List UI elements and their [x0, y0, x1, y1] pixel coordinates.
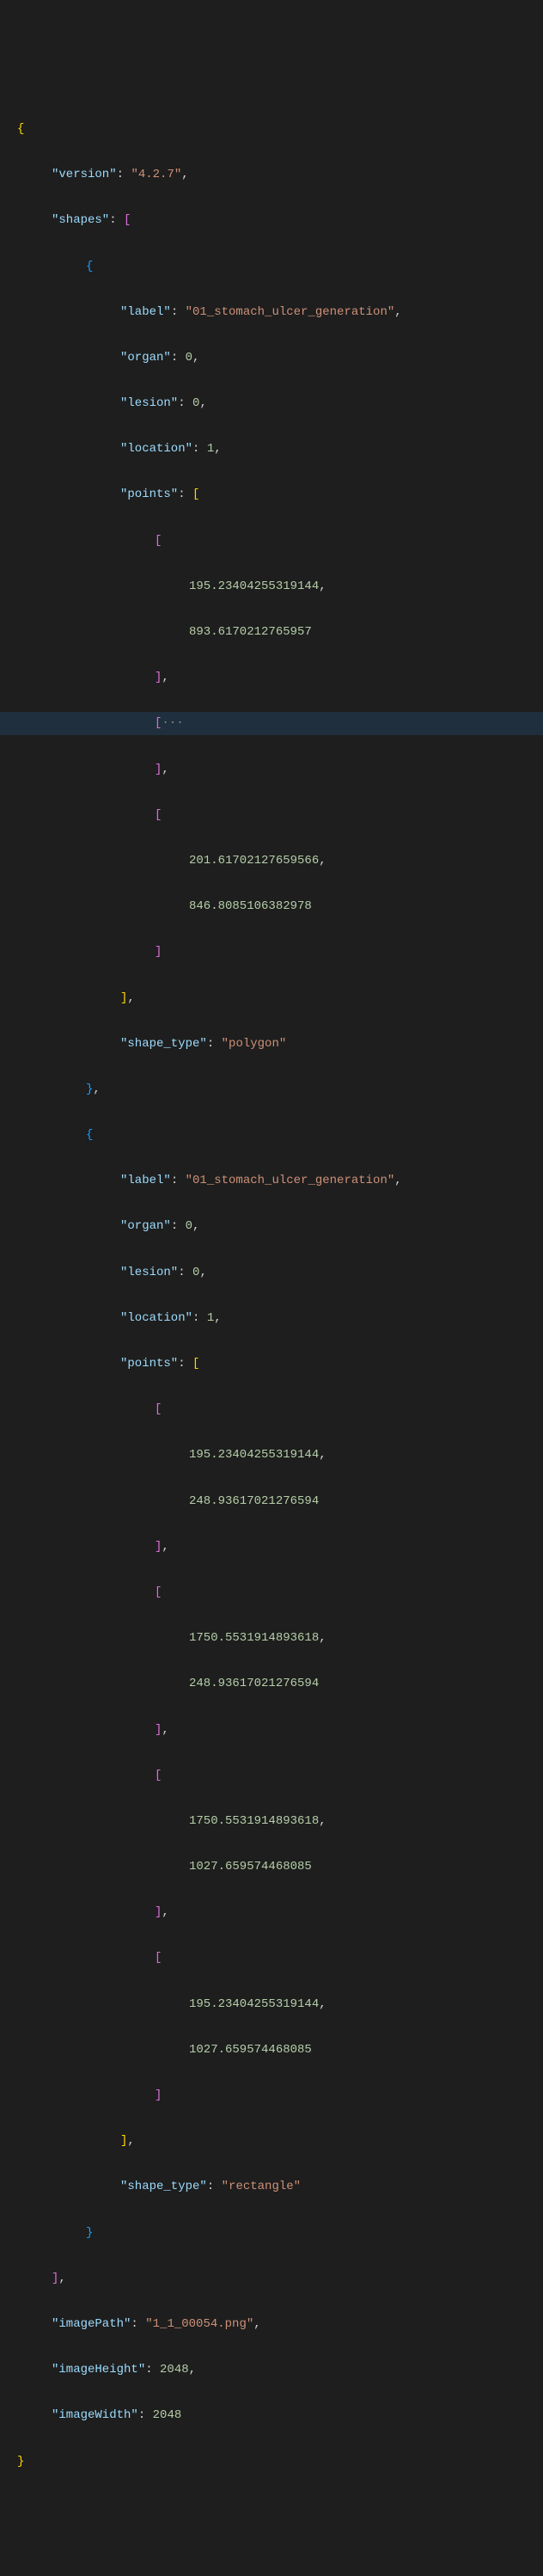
code-line: "location": 1, [0, 1307, 543, 1330]
code-line: { [0, 1124, 543, 1147]
code-line: { [0, 255, 543, 279]
code-line: 1027.659574468085 [0, 1855, 543, 1879]
code-line: 195.23404255319144, [0, 575, 543, 598]
code-line: }, [0, 1078, 543, 1101]
code-line: [ [0, 1398, 543, 1421]
code-line: 195.23404255319144, [0, 1444, 543, 1467]
code-line: 1027.659574468085 [0, 2039, 543, 2062]
code-line: ], [0, 1719, 543, 1742]
code-line: 248.93617021276594 [0, 1490, 543, 1513]
code-line: ], [0, 1901, 543, 1924]
code-line: [ [0, 804, 543, 827]
code-line: 1750.5531914893618, [0, 1627, 543, 1650]
code-line: ], [0, 666, 543, 690]
code-line: "label": "01_stomach_ulcer_generation", [0, 301, 543, 324]
code-line: ] [0, 941, 543, 964]
code-line: "version": "4.2.7", [0, 163, 543, 187]
code-line: "shape_type": "rectangle" [0, 2175, 543, 2199]
code-line: "label": "01_stomach_ulcer_generation", [0, 1169, 543, 1193]
code-line: { [0, 118, 543, 141]
code-line: "imageHeight": 2048, [0, 2358, 543, 2382]
code-line: "lesion": 0, [0, 392, 543, 415]
code-line: "organ": 0, [0, 347, 543, 370]
code-line: } [0, 2450, 543, 2474]
code-line: "organ": 0, [0, 1215, 543, 1238]
code-line: ] [0, 2084, 543, 2107]
json-editor[interactable]: { "version": "4.2.7", "shapes": [ { "lab… [0, 95, 543, 2495]
code-line: 248.93617021276594 [0, 1672, 543, 1696]
code-line: "location": 1, [0, 438, 543, 461]
code-line: "points": [ [0, 1352, 543, 1376]
code-line: [ [0, 1581, 543, 1604]
code-line: ], [0, 2130, 543, 2153]
code-line: 201.61702127659566, [0, 849, 543, 873]
code-line: [ [0, 1947, 543, 1970]
code-line: ], [0, 987, 543, 1010]
code-line: ], [0, 2267, 543, 2291]
code-line: 846.8085106382978 [0, 895, 543, 918]
code-line: "lesion": 0, [0, 1261, 543, 1285]
code-line: ], [0, 758, 543, 782]
code-line: } [0, 2222, 543, 2245]
code-line: 893.6170212765957 [0, 621, 543, 644]
code-line: "points": [ [0, 483, 543, 506]
code-line-folded[interactable]: [··· [0, 712, 543, 735]
code-line: [ [0, 530, 543, 553]
code-line: "imageWidth": 2048 [0, 2404, 543, 2427]
code-line: "shapes": [ [0, 209, 543, 232]
code-line: 195.23404255319144, [0, 1993, 543, 2016]
code-line: ], [0, 1536, 543, 1559]
code-line: 1750.5531914893618, [0, 1810, 543, 1833]
code-line: "shape_type": "polygon" [0, 1033, 543, 1056]
code-line: [ [0, 1764, 543, 1788]
code-line: "imagePath": "1_1_00054.png", [0, 2313, 543, 2336]
